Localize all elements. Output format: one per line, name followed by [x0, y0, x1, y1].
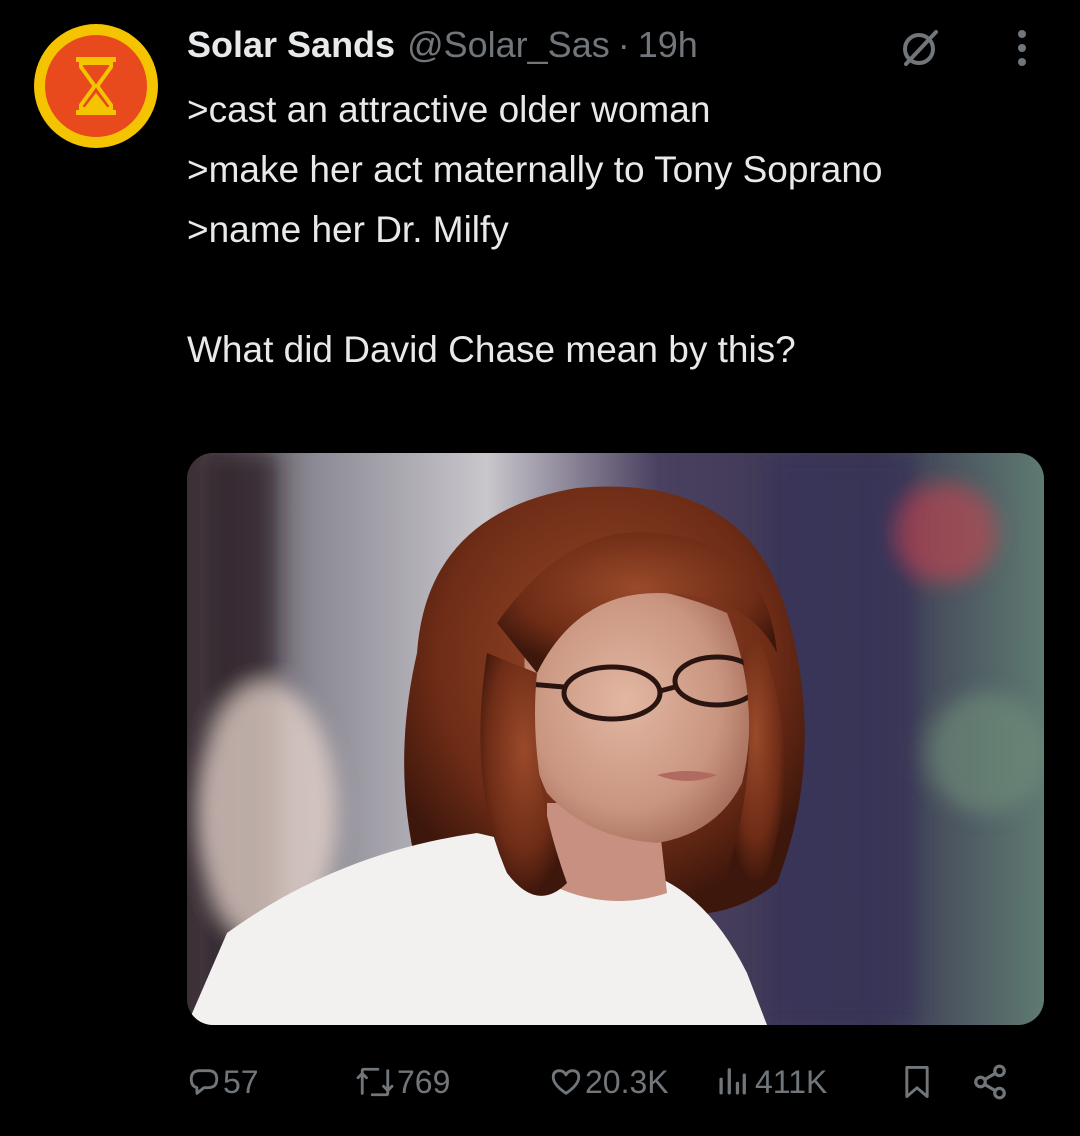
tweet-actions: 57 769 20.3K 411K: [187, 1056, 1027, 1108]
reply-count: 57: [223, 1063, 259, 1100]
bookmark-icon: [905, 1066, 929, 1098]
avatar-inner: [45, 35, 147, 137]
repost-button[interactable]: 769: [355, 1056, 450, 1108]
tweet-line-5: What did David Chase mean by this?: [187, 329, 796, 370]
heart-icon: [551, 1069, 581, 1095]
photo-illustration: [187, 453, 1044, 1025]
tweet-header: Solar Sands @Solar_Sas · 19h: [187, 22, 698, 68]
author-handle[interactable]: @Solar_Sas: [407, 24, 610, 66]
hourglass-icon: [76, 57, 116, 115]
tweet-photo[interactable]: [187, 453, 1044, 1025]
avatar[interactable]: [34, 24, 158, 148]
tweet-line-2: >make her act maternally to Tony Soprano: [187, 149, 883, 190]
tweet-text: >cast an attractive older woman >make he…: [187, 80, 1047, 380]
repost-icon: [356, 1067, 394, 1097]
reply-button[interactable]: 57: [187, 1056, 259, 1108]
repost-count: 769: [397, 1063, 451, 1100]
tweet-line-break: [187, 260, 1047, 320]
views-count: 411K: [755, 1063, 828, 1100]
more-icon[interactable]: [1000, 26, 1044, 70]
reply-icon: [189, 1069, 219, 1095]
share-button[interactable]: [971, 1056, 1009, 1108]
grok-icon[interactable]: [896, 24, 944, 72]
like-count: 20.3K: [585, 1063, 669, 1100]
like-button[interactable]: 20.3K: [549, 1056, 669, 1108]
views-icon: [719, 1068, 746, 1095]
tweet-line-1: >cast an attractive older woman: [187, 89, 711, 130]
tweet-line-3: >name her Dr. Milfy: [187, 209, 509, 250]
bookmark-button[interactable]: [901, 1056, 933, 1108]
views-button[interactable]: 411K: [717, 1056, 827, 1108]
separator-dot: ·: [617, 24, 630, 65]
timestamp[interactable]: 19h: [638, 24, 698, 66]
share-icon: [974, 1064, 1006, 1100]
author-name[interactable]: Solar Sands: [187, 24, 395, 66]
